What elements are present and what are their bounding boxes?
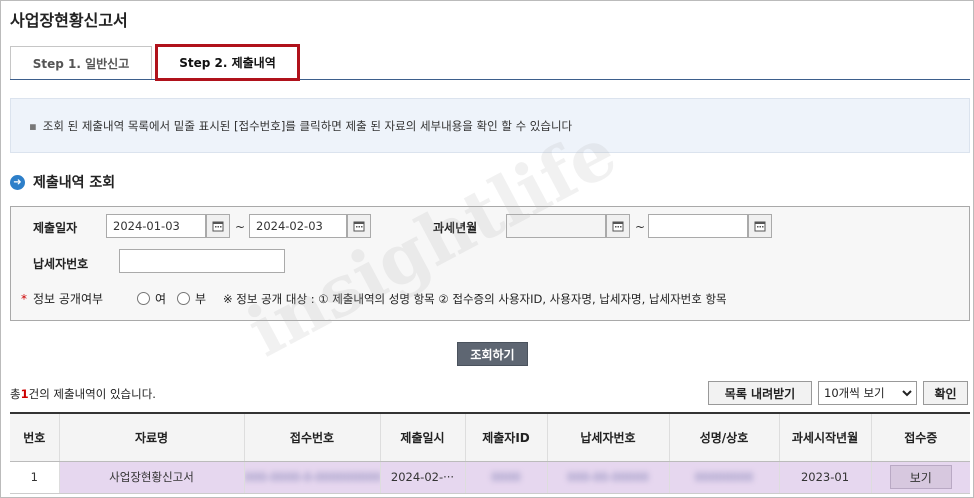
- tab-step2[interactable]: Step 2. 제출내역: [155, 44, 300, 81]
- download-list-button[interactable]: 목록 내려받기: [708, 381, 812, 405]
- cell-submit-time: 2024-02-···: [379, 461, 465, 494]
- radio-circle[interactable]: [177, 292, 190, 305]
- tax-period-to-input[interactable]: [648, 214, 748, 238]
- page-size-select[interactable]: 10개씩 보기: [818, 381, 917, 405]
- calendar-icon[interactable]: [347, 214, 371, 238]
- info-box: ▪ 조회 된 제출내역 목록에서 밑줄 표시된 [접수번호]를 클릭하면 제출 …: [10, 98, 970, 153]
- search-button[interactable]: 조회하기: [457, 342, 528, 366]
- disclosure-note: ※ 정보 공개 대상 : ① 제출내역의 성명 항목 ② 접수증의 사용자ID,…: [223, 292, 727, 306]
- search-panel: 제출일자 2024-01-03 ~ 2024-02-03 과세년월 ~ 납세자번…: [10, 206, 970, 321]
- col-header: 접수증: [870, 413, 970, 462]
- col-header: 성명/상호: [668, 413, 779, 462]
- cell-no: 1: [10, 461, 59, 494]
- name-value: 00000000: [694, 470, 754, 484]
- taxpayer-no-input[interactable]: [119, 249, 285, 273]
- section-title-text: 제출내역 조회: [33, 175, 116, 191]
- col-header: 과세시작년월: [778, 413, 871, 462]
- calendar-icon[interactable]: [206, 214, 230, 238]
- step-tabs: Step 1. 일반신고 Step 2. 제출내역: [10, 44, 970, 81]
- cell-receipt: 보기: [870, 461, 970, 494]
- cell-name: 00000000: [668, 461, 779, 494]
- col-header: 제출자ID: [464, 413, 547, 462]
- col-header: 번호: [10, 413, 59, 462]
- results-table: 번호 자료명 접수번호 제출일시 제출자ID 납세자번호 성명/상호 과세시작년…: [10, 412, 970, 494]
- arrow-circle-icon: ➜: [10, 174, 25, 190]
- required-mark: *: [21, 292, 27, 306]
- col-header: 자료명: [58, 413, 244, 462]
- calendar-icon[interactable]: [748, 214, 772, 238]
- submit-date-label: 제출일자: [33, 221, 78, 235]
- submit-date-from-input[interactable]: 2024-01-03: [106, 214, 206, 238]
- cell-doc-name: 사업장현황신고서: [58, 461, 244, 494]
- radio-no[interactable]: 부: [177, 290, 206, 307]
- radio-circle[interactable]: [137, 292, 150, 305]
- col-header: 제출일시: [379, 413, 465, 462]
- radio-yes[interactable]: 여: [137, 290, 166, 307]
- table-row: 1 사업장현황신고서 000-0000-0-000000000 2024-02-…: [10, 461, 970, 494]
- receipt-no-link[interactable]: 000-0000-0-000000000: [245, 470, 380, 484]
- count-prefix: 총: [10, 387, 21, 401]
- table-header-row: 번호 자료명 접수번호 제출일시 제출자ID 납세자번호 성명/상호 과세시작년…: [10, 413, 970, 462]
- page-size-value: 10개씩 보기: [824, 386, 885, 400]
- disclosure-label: 정보 공개여부: [33, 292, 104, 306]
- count-number: 1: [20, 387, 29, 401]
- date-range-tilde: ~: [235, 220, 246, 234]
- cell-tax-start: 2023-01: [778, 461, 871, 494]
- info-text: 조회 된 제출내역 목록에서 밑줄 표시된 [접수번호]를 클릭하면 제출 된 …: [42, 118, 573, 133]
- cell-taxpayer-no: 000-00-00000: [546, 461, 669, 494]
- radio-no-label: 부: [195, 292, 207, 306]
- tax-period-from-input[interactable]: [506, 214, 606, 238]
- view-receipt-button[interactable]: 보기: [889, 465, 952, 489]
- confirm-button[interactable]: 확인: [923, 381, 968, 405]
- period-range-tilde: ~: [635, 220, 646, 234]
- chevron-down-icon: [902, 390, 912, 397]
- taxpayer-no-label: 납세자번호: [33, 257, 89, 271]
- result-count: 총1건의 제출내역이 있습니다.: [10, 386, 156, 402]
- page-title: 사업장현황신고서: [10, 11, 128, 30]
- submit-date-to-input[interactable]: 2024-02-03: [249, 214, 347, 238]
- radio-yes-label: 여: [155, 292, 167, 306]
- disclosure-label-wrap: * 정보 공개여부: [21, 290, 103, 307]
- col-header: 납세자번호: [546, 413, 669, 462]
- taxpayer-no-value: 000-00-00000: [567, 470, 649, 484]
- cell-submitter-id: 0000: [464, 461, 547, 494]
- calendar-icon[interactable]: [606, 214, 630, 238]
- tab-step1[interactable]: Step 1. 일반신고: [10, 46, 152, 79]
- section-title: ➜ 제출내역 조회: [10, 172, 115, 192]
- col-header: 접수번호: [243, 413, 380, 462]
- cell-receipt-no[interactable]: 000-0000-0-000000000: [243, 461, 380, 494]
- count-suffix: 건의 제출내역이 있습니다.: [28, 387, 156, 401]
- tax-period-label: 과세년월: [433, 221, 478, 235]
- bullet: ▪: [29, 118, 37, 133]
- submitter-id-value: 0000: [491, 470, 521, 484]
